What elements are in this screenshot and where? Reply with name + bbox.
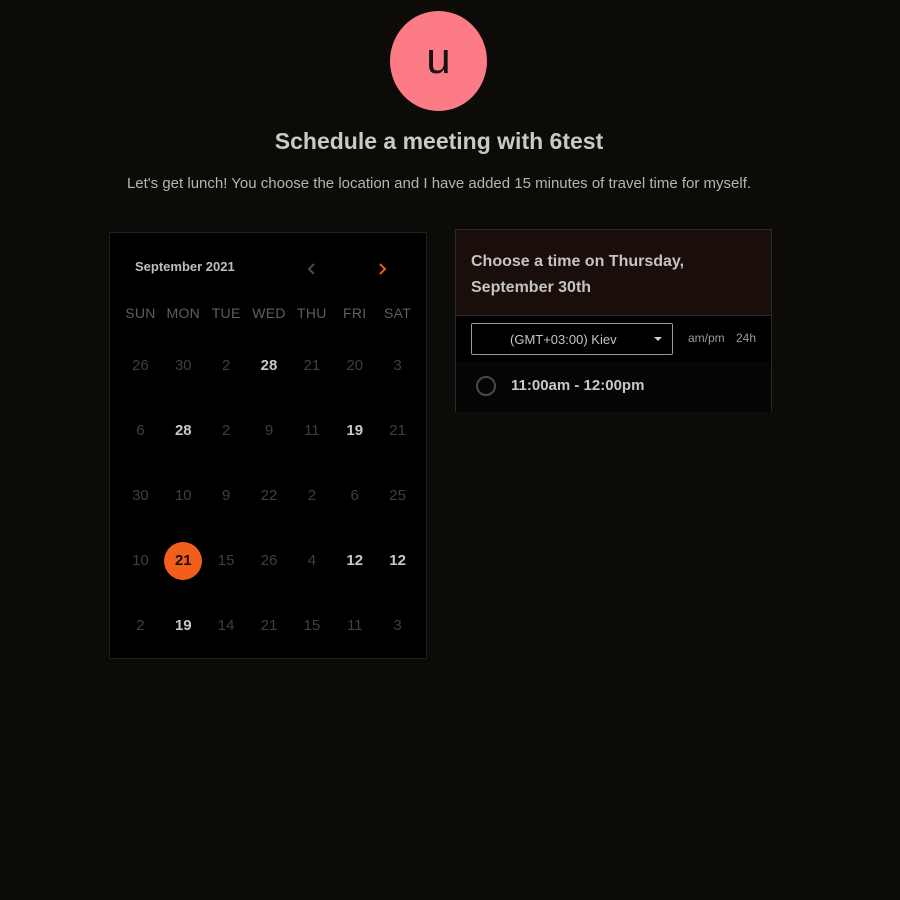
calendar-day-available[interactable]: 19 — [333, 411, 376, 451]
chevron-left-icon[interactable] — [305, 261, 319, 277]
meeting-description: Let's get lunch! You choose the location… — [126, 175, 752, 192]
weekday-label: SAT — [384, 305, 412, 321]
calendar-week-row: 6 28 2 9 11 19 21 — [119, 398, 419, 463]
calendar-day-available[interactable]: 28 — [162, 411, 205, 451]
timezone-value: (GMT+03:00) Kiev — [510, 331, 617, 347]
calendar-week-row: 10 21 15 26 4 12 12 — [119, 528, 419, 593]
calendar-day: 2 — [221, 357, 231, 374]
time-panel-heading: Choose a time on Thursday, September 30t… — [456, 230, 771, 316]
calendar-day: 6 — [136, 422, 145, 439]
weekday-label: TUE — [211, 305, 241, 321]
time-slot-option[interactable]: 11:00am - 12:00pm — [456, 362, 771, 412]
calendar-day: 30 — [132, 487, 149, 504]
format-ampm-toggle[interactable]: am/pm — [688, 331, 725, 345]
calendar-day: 3 — [393, 357, 402, 374]
calendar-day-available[interactable]: 19 — [162, 606, 205, 646]
calendar-day: 9 — [264, 422, 274, 439]
calendar-day: 22 — [260, 487, 278, 504]
calendar-day: 20 — [346, 357, 364, 374]
calendar-day: 21 — [389, 422, 406, 439]
weekday-label: SUN — [125, 305, 156, 321]
scheduling-page: u Schedule a meeting with 6test Let's ge… — [0, 0, 900, 900]
calendar-day-available[interactable]: 12 — [376, 541, 419, 581]
calendar-week-row: 30 10 9 22 2 6 25 — [119, 463, 419, 528]
page-title: Schedule a meeting with 6test — [274, 128, 604, 154]
calendar-day: 10 — [132, 552, 149, 569]
calendar-month-label: September 2021 — [135, 259, 235, 274]
calendar-day: 11 — [346, 617, 363, 634]
format-24h-toggle[interactable]: 24h — [736, 331, 756, 345]
calendar-day-available[interactable]: 28 — [248, 346, 291, 386]
calendar-day: 4 — [307, 552, 317, 569]
calendar-day: 14 — [217, 617, 235, 634]
calendar-day: 26 — [260, 552, 278, 569]
calendar-day: 10 — [174, 487, 192, 504]
calendar-day: 26 — [132, 357, 149, 374]
weekday-label: FRI — [343, 305, 367, 321]
chevron-right-icon[interactable] — [375, 261, 389, 277]
calendar-day: 15 — [303, 617, 321, 634]
time-slot-panel: Choose a time on Thursday, September 30t… — [455, 229, 772, 412]
calendar-day: 21 — [303, 357, 321, 374]
calendar-day: 15 — [217, 552, 235, 569]
calendar-day: 2 — [221, 422, 231, 439]
calendar-week-row: 2 19 14 21 15 11 3 — [119, 593, 419, 658]
radio-button[interactable] — [476, 376, 496, 396]
calendar-day: 30 — [174, 357, 192, 374]
calendar-day: 2 — [136, 617, 145, 634]
weekday-header: SUN MON TUE WED THU FRI SAT — [119, 305, 419, 321]
caret-down-icon — [654, 337, 662, 341]
calendar-day: 25 — [389, 487, 406, 504]
calendar-day-grid: 26 30 2 28 21 20 3 6 28 2 9 11 19 21 30 10 9 22 2 6 25 10 21 15… — [119, 333, 419, 658]
timezone-select[interactable]: (GMT+03:00) Kiev — [471, 323, 673, 355]
calendar-day-available[interactable]: 12 — [333, 541, 376, 581]
calendar-day: 9 — [221, 487, 231, 504]
calendar-day-selected[interactable]: 21 — [162, 541, 205, 581]
date-picker-calendar: September 2021 SUN MON TUE WED THU FRI S… — [109, 232, 427, 659]
calendar-day: 6 — [350, 487, 359, 504]
weekday-label: MON — [166, 305, 201, 321]
weekday-label: THU — [297, 305, 327, 321]
avatar-initial: u — [426, 34, 451, 83]
avatar: u — [390, 11, 487, 111]
calendar-day: 2 — [307, 487, 317, 504]
calendar-day: 21 — [260, 617, 278, 634]
calendar-day: 11 — [304, 422, 320, 439]
calendar-week-row: 26 30 2 28 21 20 3 — [119, 333, 419, 398]
weekday-label: WED — [252, 305, 286, 321]
calendar-day-number: 21 — [174, 552, 192, 569]
calendar-day: 3 — [393, 617, 402, 634]
time-slot-label: 11:00am - 12:00pm — [511, 377, 645, 394]
